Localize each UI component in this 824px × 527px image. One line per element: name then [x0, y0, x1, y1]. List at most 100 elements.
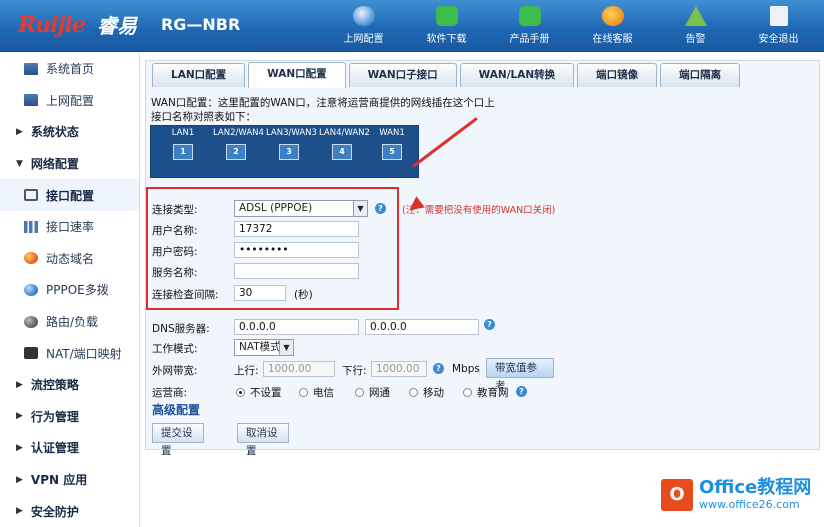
brand-logo: Ruijie: [18, 11, 86, 38]
dns-primary-field[interactable]: 0.0.0.0: [234, 319, 359, 335]
sidebar-item-interface-rate[interactable]: 接口速率: [0, 211, 139, 243]
interval-label: 连接检查间隔:: [152, 289, 219, 301]
port-icon: 3: [279, 144, 299, 160]
device-model: RG—NBR: [160, 15, 241, 34]
interval-unit: (秒): [294, 289, 313, 301]
sidebar-item-ddns[interactable]: 动态域名: [0, 243, 139, 275]
bandwidth-reference-button[interactable]: 带宽值参考: [486, 358, 554, 392]
help-icon[interactable]: ?: [433, 363, 444, 374]
isp-radio-mobile[interactable]: [409, 388, 418, 397]
top-nav: 上网配置 软件下载 产品手册 在线客服 告警 安全退出: [322, 0, 820, 52]
cancel-button[interactable]: 取消设置: [237, 423, 289, 457]
advanced-config-link[interactable]: 高级配置: [152, 401, 200, 418]
intro-line-2: 接口名称对照表如下：: [151, 111, 256, 123]
help-icon[interactable]: ?: [484, 319, 495, 330]
isp-label: 运营商:: [152, 387, 188, 399]
sidebar-item-pppoe-multi[interactable]: PPPOE多拨: [0, 274, 139, 306]
sidebar-group-security[interactable]: ▶ 安全防护: [0, 495, 139, 527]
dns-label: DNS服务器:: [152, 323, 210, 335]
port-lan1: LAN1 1: [160, 128, 206, 160]
username-field[interactable]: 17372: [234, 221, 359, 237]
port-icon: 1: [173, 144, 193, 160]
bandwidth-label: 外网带宽:: [152, 365, 198, 377]
conn-type-select[interactable]: ADSL (PPPOE) ▼: [234, 200, 368, 217]
conn-type-label: 连接类型:: [152, 204, 198, 216]
help-icon[interactable]: ?: [516, 386, 527, 397]
port-lan2-wan4: LAN2/WAN4 2: [213, 128, 264, 160]
intro-text: WAN口配置：这里配置的WAN口，注意将运营商提供的网线插在这个口上 接口名称对…: [151, 96, 495, 124]
sidebar-item-network-setup[interactable]: 上网配置: [0, 85, 139, 117]
sidebar-item-nat[interactable]: NAT/端口映射: [0, 337, 139, 369]
tab-wan-lan-switch[interactable]: WAN/LAN转换: [459, 63, 575, 87]
dns-secondary-field[interactable]: 0.0.0.0: [365, 319, 479, 335]
wan-note: (注：需要把没有使用的WAN口关闭): [402, 205, 556, 216]
monitor-icon: [24, 62, 38, 75]
expand-arrow-icon: ▶: [16, 442, 23, 453]
sidebar-group-flow-control[interactable]: ▶ 流控策略: [0, 369, 139, 401]
watermark-title: Office教程网: [699, 477, 812, 498]
port-icon: 5: [382, 144, 402, 160]
brand: Ruijie 睿易 RG—NBR: [18, 10, 240, 39]
sidebar-group-network-config[interactable]: ▼ 网络配置: [0, 148, 139, 180]
service-field[interactable]: [234, 263, 359, 279]
sidebar-item-routing[interactable]: 路由/负载: [0, 306, 139, 338]
isp-radio-telecom[interactable]: [299, 388, 308, 397]
download-field[interactable]: 1000.00: [371, 361, 427, 377]
sidebar-group-vpn[interactable]: ▶ VPN 应用: [0, 464, 139, 496]
isp-radio-edu[interactable]: [463, 388, 472, 397]
port-wan1: WAN1 5: [369, 128, 415, 160]
sidebar: 系统首页 上网配置 ▶ 系统状态 ▼ 网络配置 接口配置 接口速率 动态域名 PPP…: [0, 53, 140, 527]
sidebar-group-behavior[interactable]: ▶ 行为管理: [0, 401, 139, 433]
tab-port-isolation[interactable]: 端口隔离: [660, 63, 741, 87]
watermark-url: www.office26.com: [699, 498, 800, 511]
main-panel: LAN口配置 WAN口配置 WAN口子接口 WAN/LAN转换 端口镜像 端口隔…: [145, 60, 820, 457]
password-label: 用户密码:: [152, 246, 198, 258]
brand-subtitle: 睿易: [96, 14, 137, 38]
nav-network-setup[interactable]: 上网配置: [322, 0, 405, 52]
sidebar-item-interface-config[interactable]: 接口配置: [0, 179, 139, 211]
watermark: O Office教程网 www.office26.com: [661, 478, 811, 511]
chevron-down-icon: ▼: [353, 201, 367, 216]
tab-bar: LAN口配置 WAN口配置 WAN口子接口 WAN/LAN转换 端口镜像 端口隔…: [152, 62, 743, 88]
nav-online-support[interactable]: 在线客服: [571, 0, 654, 52]
nav-product-manual[interactable]: 产品手册: [488, 0, 571, 52]
chevron-down-icon: ▼: [279, 340, 293, 355]
isp-radio-netcom[interactable]: [355, 388, 364, 397]
manual-icon: [518, 6, 541, 26]
monitor-icon: [24, 94, 38, 107]
mode-label: 工作模式:: [152, 343, 198, 355]
tab-wan-config[interactable]: WAN口配置: [248, 62, 346, 88]
nav-software-download[interactable]: 软件下载: [405, 0, 488, 52]
expand-arrow-icon: ▶: [16, 379, 23, 390]
tab-port-mirror[interactable]: 端口镜像: [577, 63, 658, 87]
isp-option-mobile: 移动: [423, 387, 444, 399]
support-icon: [601, 6, 624, 26]
isp-option-edu: 教育网: [477, 387, 509, 399]
alert-icon: [684, 6, 707, 26]
download-icon: [435, 6, 458, 26]
isp-option-none: 不设置: [250, 387, 282, 399]
sidebar-group-auth[interactable]: ▶ 认证管理: [0, 432, 139, 464]
nav-alert[interactable]: 告警: [654, 0, 737, 52]
password-field[interactable]: ••••••••: [234, 242, 359, 258]
route-icon: [24, 315, 38, 328]
service-label: 服务名称:: [152, 267, 198, 279]
ddns-icon: [24, 252, 38, 265]
help-icon[interactable]: ?: [375, 203, 386, 214]
sidebar-item-home[interactable]: 系统首页: [0, 53, 139, 85]
download-label: 下行:: [342, 365, 367, 377]
isp-radio-none[interactable]: [236, 388, 245, 397]
interval-field[interactable]: 30: [234, 285, 286, 301]
tab-lan-config[interactable]: LAN口配置: [152, 63, 246, 87]
submit-button[interactable]: 提交设置: [152, 423, 204, 457]
collapse-arrow-icon: ▼: [16, 158, 23, 169]
nav-logout[interactable]: 安全退出: [737, 0, 820, 52]
port-icon: 4: [332, 144, 352, 160]
sidebar-group-system-status[interactable]: ▶ 系统状态: [0, 116, 139, 148]
upload-label: 上行:: [234, 365, 259, 377]
tab-wan-subinterface[interactable]: WAN口子接口: [348, 63, 457, 87]
expand-arrow-icon: ▶: [16, 506, 23, 517]
mode-select[interactable]: NAT模式 ▼: [234, 339, 294, 356]
upload-field[interactable]: 1000.00: [263, 361, 335, 377]
nat-icon: [24, 347, 38, 360]
